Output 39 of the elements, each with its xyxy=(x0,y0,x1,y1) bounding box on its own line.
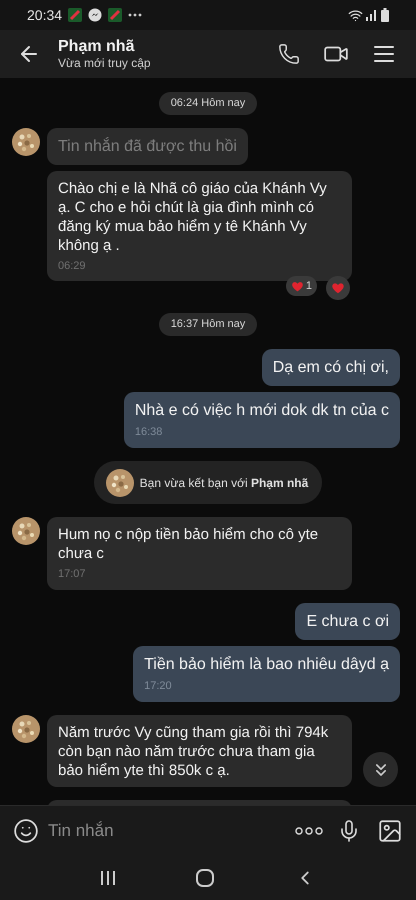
date-label: 06:24 Hôm nay xyxy=(158,92,258,114)
react-button[interactable] xyxy=(326,276,350,300)
signal-icon xyxy=(366,9,378,21)
reaction-count: 1 xyxy=(306,278,312,294)
more-icon[interactable] xyxy=(295,826,323,834)
call-button[interactable] xyxy=(278,43,300,65)
message-text: Nhà e có việc h mới dok dk tn của c xyxy=(134,400,389,420)
reaction-badge[interactable]: 1 xyxy=(286,276,317,296)
message-time: 17:07 xyxy=(58,567,87,582)
more-icon xyxy=(128,13,142,17)
message-input[interactable]: Tin nhắn xyxy=(48,818,295,844)
contact-name: Phạm nhã xyxy=(58,37,136,56)
message-text: Chào chị e là Nhã cô giáo của Khánh Vy ạ. C cho e hỏi chút là gia đình mình có đăng ký mua bảo hiểm y tê Khánh Vy không ạ . xyxy=(58,178,328,254)
message-time: 16:38 xyxy=(134,424,164,440)
image-icon[interactable] xyxy=(377,818,403,844)
contact-status: Vừa mới truy cập xyxy=(58,56,152,71)
scroll-down-button[interactable] xyxy=(363,752,398,787)
message-text: Tiền bảo hiểm là bao nhiêu dâyd ạ xyxy=(144,654,389,674)
message-text: Hum nọ c nộp tiền bảo hiểm cho cô yte chưa c xyxy=(58,525,320,563)
heart-icon xyxy=(331,281,345,295)
status-time: 20:34 xyxy=(27,6,62,24)
home-button[interactable] xyxy=(196,868,214,886)
message-text: Tin nhắn đã được thu hồi xyxy=(58,136,237,156)
battery-icon xyxy=(381,8,389,22)
message-text: E chưa c ơi xyxy=(306,612,389,632)
notification-icon xyxy=(68,8,82,22)
notice-text: Bạn vừa kết bạn với Phạm nhã xyxy=(140,474,308,492)
message-time: 06:29 xyxy=(58,258,87,274)
message-text: Dạ em có chị ơi, xyxy=(272,358,389,378)
heart-icon xyxy=(290,280,304,292)
message-time: 17:20 xyxy=(144,678,173,694)
wifi-icon xyxy=(348,8,363,22)
composer-bar[interactable]: Tin nhắn xyxy=(0,805,416,855)
messenger-icon xyxy=(88,8,102,22)
notification-icon xyxy=(108,8,122,22)
message-text: Năm trước Vy cũng tham gia rồi thì 794k còn bạn nào năm trước chưa tham gia bảo hiểm yte thì 850k c ạ. xyxy=(58,723,330,780)
date-label: 16:37 Hôm nay xyxy=(158,313,258,336)
recent-apps-button[interactable] xyxy=(100,870,116,886)
emoji-icon[interactable] xyxy=(13,818,39,844)
